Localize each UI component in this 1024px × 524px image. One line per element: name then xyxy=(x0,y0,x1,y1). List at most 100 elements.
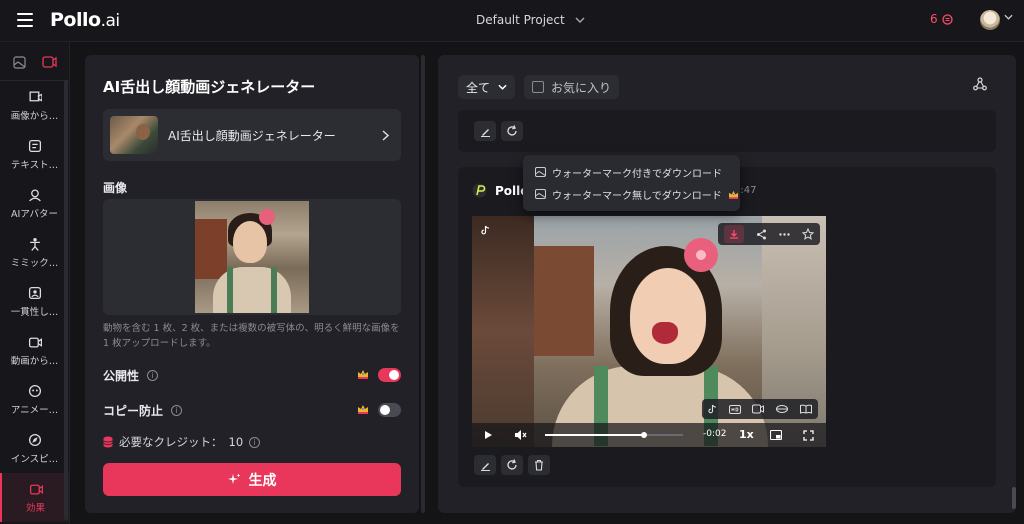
info-icon[interactable]: i xyxy=(249,436,261,448)
regenerate-button[interactable] xyxy=(501,121,523,141)
chevron-down-icon xyxy=(575,17,585,23)
credit-value: 10 xyxy=(228,435,244,449)
video-icon xyxy=(42,56,57,68)
filter-dropdown[interactable]: 全て xyxy=(458,75,516,99)
anime-icon xyxy=(28,384,41,397)
edit-button[interactable] xyxy=(474,455,496,475)
brand-logo[interactable]: Pollo.ai xyxy=(50,9,120,31)
pencil-icon xyxy=(480,128,490,137)
model-thumbnail xyxy=(110,116,158,154)
user-avatar[interactable] xyxy=(980,10,1000,30)
favorites-filter[interactable]: お気に入り xyxy=(524,75,620,99)
coin-icon xyxy=(941,13,953,25)
download-button[interactable] xyxy=(724,225,744,243)
download-with-watermark[interactable]: ウォーターマーク付きでダウンロード xyxy=(523,161,740,183)
sidebar-item-anime[interactable]: アニメー… xyxy=(0,375,69,424)
info-icon[interactable]: i xyxy=(147,369,159,381)
public-toggle[interactable] xyxy=(378,368,401,382)
project-selector[interactable]: Default Project xyxy=(476,13,585,27)
lip-sync-icon[interactable] xyxy=(776,404,789,414)
upload-hint: 動物を含む 1 枚、2 枚、または複数の被写体の、明るく鮮明な画像を 1 枚アッ… xyxy=(103,323,400,349)
book-icon[interactable] xyxy=(800,404,813,414)
info-icon[interactable]: i xyxy=(171,404,183,416)
sidebar-item-consistency[interactable]: 一貫性し… xyxy=(0,277,69,326)
generate-label: 生成 xyxy=(248,472,277,489)
image-upload-area[interactable] xyxy=(103,199,401,315)
watermark-image-icon xyxy=(535,167,546,177)
video-effect-icon[interactable] xyxy=(752,404,765,414)
consistency-icon xyxy=(28,286,41,299)
uploaded-image xyxy=(195,201,309,313)
credit-count: 6 xyxy=(930,12,938,26)
menu-item-label: ウォーターマーク付きでダウンロード xyxy=(552,168,722,180)
copy-protect-label: コピー防止 xyxy=(103,403,164,418)
inspiration-icon xyxy=(28,433,41,446)
filter-label: 全て xyxy=(466,80,491,95)
video-seek-bar[interactable] xyxy=(545,432,683,438)
generate-button[interactable]: 生成 xyxy=(103,463,401,496)
sidebar-item-video-to-video[interactable]: 動画から… xyxy=(0,326,69,375)
sidebar-item-label: テキスト… xyxy=(10,159,59,171)
share-icon[interactable] xyxy=(756,229,767,240)
chevron-down-icon[interactable] xyxy=(1004,14,1013,20)
sidebar-item-text-to-video[interactable]: テキスト… xyxy=(0,130,69,179)
results-scrollbar[interactable] xyxy=(1012,487,1016,509)
chevron-down-icon xyxy=(498,84,507,90)
rail-tab-video[interactable] xyxy=(37,52,63,72)
menu-item-label: ウォーターマーク無しでダウンロード xyxy=(552,190,722,202)
fullscreen-icon[interactable] xyxy=(803,430,814,441)
more-icon[interactable] xyxy=(779,232,790,236)
delete-button[interactable] xyxy=(528,455,550,475)
seek-knob[interactable] xyxy=(641,432,648,438)
picture-in-picture-icon[interactable] xyxy=(770,430,782,440)
favorites-checkbox[interactable] xyxy=(532,81,544,93)
sidebar-item-mimic[interactable]: ミミック… xyxy=(0,228,69,277)
credit-label: 必要なクレジット： xyxy=(119,435,223,449)
tiktok-icon xyxy=(481,225,490,235)
play-icon[interactable] xyxy=(484,430,493,440)
video-to-video-icon xyxy=(28,337,42,347)
video-tool-bar xyxy=(702,399,818,419)
rail-tab-image[interactable] xyxy=(6,52,32,72)
favorites-label: お気に入り xyxy=(551,80,612,95)
share-nodes-icon[interactable] xyxy=(973,77,987,91)
public-option: 公開性 i xyxy=(103,365,401,385)
credit-balance[interactable]: 6 xyxy=(930,12,953,26)
coin-stack-icon xyxy=(103,436,113,448)
image-icon xyxy=(13,55,26,69)
video-action-bar xyxy=(718,223,820,245)
results-panel: 全て お気に入り Pollo 3:47 -0:02 1x xyxy=(438,55,1016,513)
sidebar-item-avatar[interactable]: AIアバター xyxy=(0,179,69,228)
video-controls: -0:02 1x xyxy=(472,423,826,447)
sidebar-item-effects[interactable]: 効果 xyxy=(0,473,69,522)
star-icon[interactable] xyxy=(802,228,814,240)
tiktok-icon[interactable] xyxy=(708,404,717,414)
sidebar-item-label: ミミック… xyxy=(10,257,59,269)
sidebar-item-image-to-video[interactable]: 画像から… xyxy=(0,81,69,130)
panel-title: AI舌出し顔動画ジェネレーター xyxy=(103,78,316,96)
sidebar-item-label: 効果 xyxy=(25,502,45,514)
edit-button[interactable] xyxy=(474,121,496,141)
sparkle-icon xyxy=(227,473,240,484)
copy-protect-toggle[interactable] xyxy=(378,403,401,417)
chevron-right-icon xyxy=(382,129,389,141)
hd-icon[interactable] xyxy=(728,404,741,414)
download-icon xyxy=(730,230,738,239)
rail-scrollbar[interactable] xyxy=(64,80,68,520)
model-selector[interactable]: AI舌出し顔動画ジェネレーター xyxy=(103,109,401,161)
speed-button[interactable]: 1x xyxy=(739,428,754,441)
sidebar-item-label: 一貫性し… xyxy=(10,306,59,318)
regenerate-button[interactable] xyxy=(501,455,523,475)
sidebar-item-inspiration[interactable]: インスピ… xyxy=(0,424,69,473)
menu-icon[interactable] xyxy=(17,13,33,27)
public-label: 公開性 xyxy=(103,368,140,383)
download-without-watermark[interactable]: ウォーターマーク無しでダウンロード xyxy=(523,183,740,205)
video-player[interactable]: -0:02 1x xyxy=(472,216,826,447)
generator-panel: AI舌出し顔動画ジェネレーター AI舌出し顔動画ジェネレーター 画像 動物を含む… xyxy=(85,55,419,513)
mute-icon[interactable] xyxy=(514,429,527,441)
rail-tabs xyxy=(0,42,69,81)
result-card: Pollo 3:47 -0:02 1x xyxy=(458,167,996,487)
mimic-icon xyxy=(29,237,40,251)
panel-scrollbar[interactable] xyxy=(421,55,425,513)
required-credits: 必要なクレジット： 10 i xyxy=(103,434,261,450)
